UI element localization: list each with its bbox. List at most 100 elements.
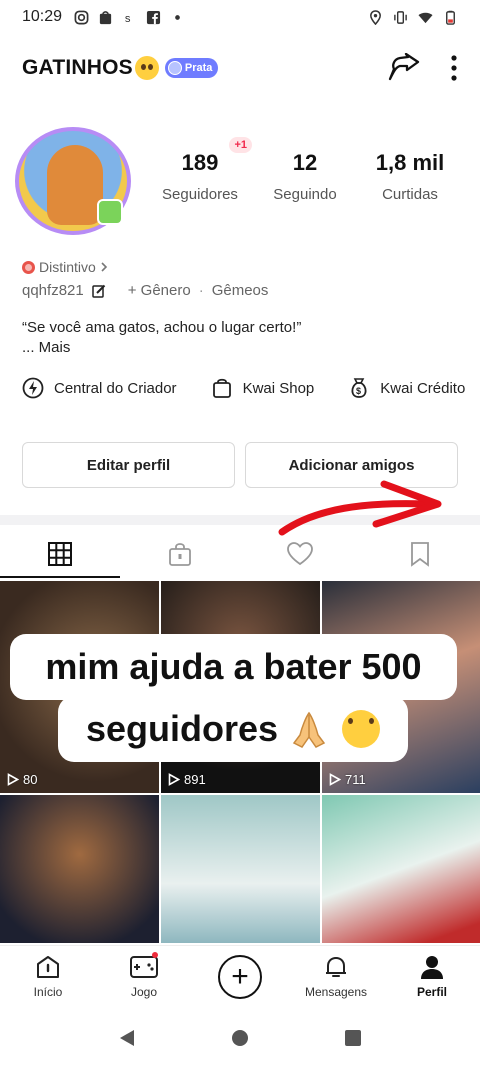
nav-profile-label: Perfil: [416, 985, 447, 999]
bio-more-link[interactable]: ... Mais: [22, 338, 462, 358]
back-icon[interactable]: [118, 1028, 136, 1048]
heart-icon: [287, 542, 313, 566]
kwai-shop-link[interactable]: Kwai Shop: [211, 377, 315, 399]
person-icon: [421, 956, 443, 979]
profile-stats: +1 189 Seguidores 12 Seguindo 1,8 mil Cu…: [150, 137, 460, 203]
pleading-face-emoji-icon: [342, 710, 381, 748]
stat-followers[interactable]: +1 189 Seguidores: [150, 137, 252, 203]
play-icon: [329, 773, 341, 786]
video-views-count: 711: [345, 772, 366, 787]
chevron-right-icon: [101, 262, 107, 272]
distintivo-label: Distintivo: [39, 259, 96, 275]
video-thumbnail[interactable]: [322, 795, 480, 943]
following-label: Seguindo: [273, 186, 337, 203]
new-follower-badge: +1: [229, 137, 252, 153]
likes-count: 1,8 mil: [375, 150, 445, 175]
home-circle-icon[interactable]: [231, 1029, 249, 1047]
user-id: qqhfz821: [22, 282, 84, 299]
praying-hands-emoji-icon: [292, 711, 326, 748]
shopping-bag-icon: [212, 378, 231, 398]
distintivo-badge-icon: [22, 260, 35, 274]
tab-saved[interactable]: [360, 530, 480, 578]
red-arrow-annotation-icon: [278, 480, 442, 536]
distintivo-link[interactable]: Distintivo: [22, 259, 108, 275]
profile-tabs: [0, 530, 480, 578]
bell-icon: [326, 957, 346, 977]
video-thumbnail[interactable]: [0, 795, 159, 943]
kwai-shop-label: Kwai Shop: [242, 379, 315, 397]
status-bar: 10:29 s: [0, 0, 480, 34]
tab-posts[interactable]: [0, 530, 120, 578]
svg-text:s: s: [125, 13, 131, 25]
notification-dot: [152, 952, 158, 958]
profile-bio: “Se você ama gatos, achou o lugar certo!…: [22, 318, 462, 358]
following-count: 12: [292, 150, 318, 175]
profile-avatar[interactable]: [15, 127, 131, 235]
nav-game[interactable]: Jogo: [96, 946, 192, 1007]
stat-following[interactable]: 12 Seguindo: [255, 150, 355, 203]
nav-create[interactable]: +: [192, 946, 288, 1007]
overlay-caption-line2: seguidores: [85, 708, 279, 749]
level-badge-label: Prata: [184, 62, 213, 74]
profile-header: GATINHOS Prata: [0, 46, 480, 90]
pleading-face-emoji-icon: [134, 56, 159, 80]
lightning-icon: [22, 377, 44, 399]
shop-bag-icon: [99, 10, 112, 24]
video-views-count: 80: [23, 772, 38, 787]
add-gender-link[interactable]: + Gênero: [128, 282, 191, 299]
creator-center-link[interactable]: Central do Criador: [22, 377, 177, 399]
money-bag-icon: $: [351, 378, 367, 398]
creator-links-row: Central do Criador Kwai Shop $ Kwai Créd…: [22, 377, 465, 399]
video-views: 891: [168, 772, 206, 787]
play-icon: [7, 773, 19, 786]
profile-username: GATINHOS: [22, 56, 133, 79]
badge-gem-icon: [167, 61, 182, 75]
status-time: 10:29: [22, 8, 63, 25]
video-thumbnail[interactable]: [161, 795, 320, 943]
location-icon: [370, 9, 381, 25]
wifi-icon: [418, 12, 433, 23]
tab-liked[interactable]: [240, 530, 360, 578]
video-views: 80: [7, 772, 37, 787]
recent-apps-icon[interactable]: [344, 1029, 362, 1047]
bottom-navigation: Início Jogo + Mensagens Perfil: [0, 945, 480, 1007]
battery-icon: [446, 10, 455, 25]
instagram-icon: [74, 10, 89, 24]
followers-label: Seguidores: [162, 186, 238, 203]
kwai-credit-link[interactable]: $ Kwai Crédito: [348, 377, 465, 399]
separator-dot: ·: [198, 282, 204, 299]
bookmark-icon: [411, 542, 429, 567]
video-views: 711: [329, 772, 366, 787]
play-icon: [168, 773, 180, 786]
overlay-caption-line1: mim ajuda a bater 500: [10, 634, 457, 700]
nav-game-label: Jogo: [130, 985, 158, 999]
home-icon: [37, 956, 59, 978]
share-icon[interactable]: [386, 53, 420, 83]
overlay-caption-line2-wrap: seguidores: [58, 696, 408, 762]
app-notification-icon: s: [125, 13, 131, 25]
edit-profile-button[interactable]: Editar perfil: [22, 442, 235, 488]
avatar-cat-image: [47, 145, 103, 225]
stat-likes[interactable]: 1,8 mil Curtidas: [360, 150, 460, 203]
edit-icon[interactable]: [91, 284, 106, 298]
nav-home-label: Início: [33, 985, 63, 999]
kwai-credit-label: Kwai Crédito: [380, 379, 466, 397]
plus-icon: +: [218, 954, 262, 999]
tab-private[interactable]: [120, 530, 240, 578]
profile-info-line: qqhfz821 + Gênero · Gêmeos: [22, 282, 268, 299]
nav-home[interactable]: Início: [0, 946, 96, 1007]
system-navigation-bar: [0, 1010, 480, 1066]
likes-label: Curtidas: [382, 186, 438, 203]
zodiac-sign: Gêmeos: [211, 282, 269, 299]
locked-bag-icon: [169, 543, 191, 566]
more-options-icon[interactable]: [450, 54, 458, 82]
level-badge[interactable]: Prata: [164, 58, 219, 78]
nav-profile[interactable]: Perfil: [384, 946, 480, 1007]
svg-text:$: $: [356, 386, 361, 396]
bio-text: “Se você ama gatos, achou o lugar certo!…: [22, 319, 302, 336]
avatar-camera-badge-icon: [97, 199, 123, 225]
nav-messages[interactable]: Mensagens: [288, 946, 384, 1007]
facebook-icon: [146, 10, 161, 24]
creator-center-label: Central do Criador: [54, 379, 177, 397]
more-notifications-dot-icon: [175, 14, 180, 20]
